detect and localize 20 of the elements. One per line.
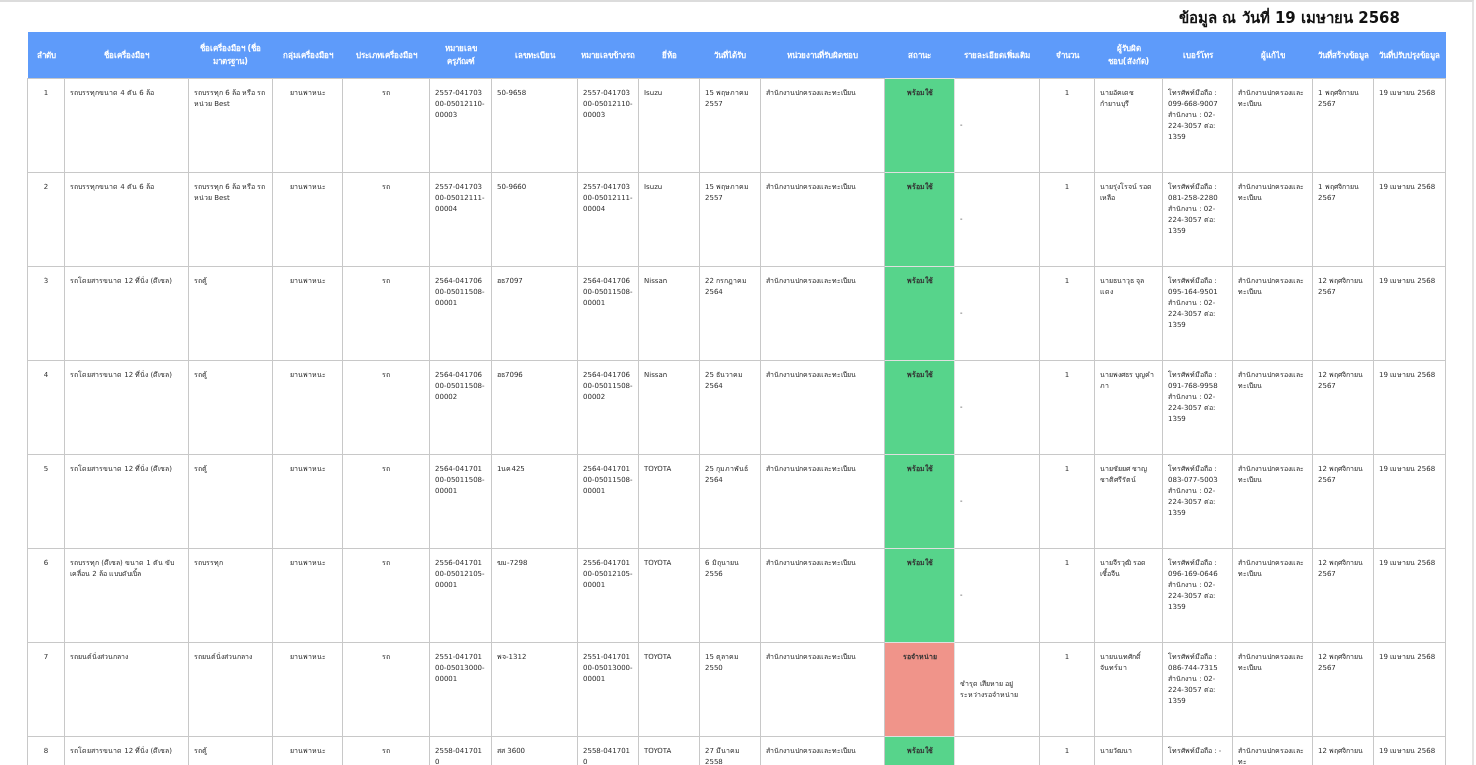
column-header: ชื่อเครื่องมือฯ [64, 32, 189, 79]
column-header: วันที่สร้างข้อมูล [1312, 32, 1374, 79]
column-header: สถานะ [884, 32, 955, 79]
report-date-title: ข้อมูล ณ วันที่ 19 เมษายน 2568 [1179, 6, 1400, 26]
column-header: เลขทะเบียน [491, 32, 578, 79]
column-header: ผู้รับผิดชอบ(สังกัด) [1094, 32, 1163, 79]
column-header: หน่วยงานที่รับผิดชอบ [760, 32, 885, 79]
column-header: จำนวน [1039, 32, 1095, 79]
column-header: รายละเอียดเพิ่มเติม [954, 32, 1040, 79]
column-header: วันที่ปรับปรุงข้อมูล [1373, 32, 1446, 79]
column-header: กลุ่มเครื่องมือฯ [272, 32, 343, 79]
column-header: ลำดับ [27, 32, 65, 79]
column-header: หมายเลขข้างรถ [577, 32, 639, 79]
column-header: ผู้แก้ไข [1232, 32, 1313, 79]
column-header: เบอร์โทร [1162, 32, 1233, 79]
column-header: ยี่ห้อ [638, 32, 700, 79]
column-header: ประเภทเครื่องมือฯ [342, 32, 430, 79]
column-header: ชื่อเครื่องมือฯ (ชื่อมาตรฐาน) [188, 32, 273, 79]
column-header: หมายเลขครุภัณฑ์ [429, 32, 492, 79]
column-header: วันที่ได้รับ [699, 32, 761, 79]
